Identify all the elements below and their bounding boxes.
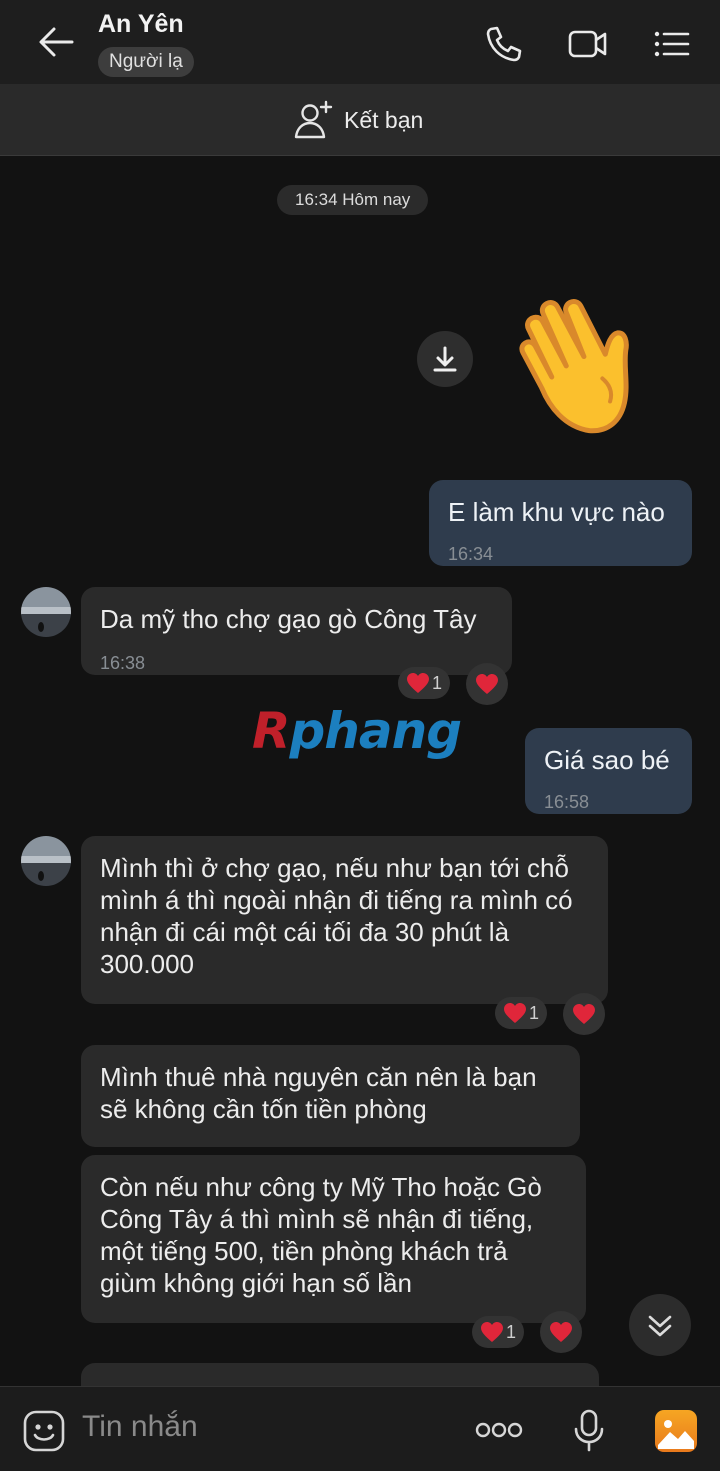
message-list[interactable]: 16:34 Hôm nay E làm khu vực nào 16:34 Da… <box>0 157 720 1386</box>
add-friend-bar: Kết bạn <box>0 84 720 156</box>
download-sticker-button[interactable] <box>417 331 473 387</box>
reaction-count-value: 1 <box>432 672 443 693</box>
menu-list-icon <box>654 31 690 57</box>
reaction-count-value: 1 <box>529 1002 540 1023</box>
message-text: Da mỹ tho chợ gạo gò Công Tây <box>100 604 477 634</box>
heart-icon <box>573 1004 595 1024</box>
incoming-message[interactable]: Mình thì ở chợ gạo, nếu như bạn tới chỗ … <box>81 836 608 1004</box>
heart-icon <box>504 1003 526 1023</box>
heart-icon <box>481 1322 503 1342</box>
add-friend-icon <box>294 100 333 139</box>
download-icon <box>433 346 457 372</box>
avatar-image <box>21 587 71 637</box>
react-heart-button[interactable] <box>563 993 605 1035</box>
phone-icon <box>486 26 522 62</box>
reaction-count[interactable]: 1 <box>472 1316 525 1348</box>
video-call-button[interactable] <box>566 22 610 66</box>
chat-header: An Yên Người lạ <box>0 0 720 84</box>
add-friend-label: Kết bạn <box>344 106 424 133</box>
message-time: 16:34 <box>448 544 494 564</box>
reaction-count-value: 1 <box>506 1321 517 1342</box>
emoji-button[interactable] <box>22 1409 66 1453</box>
avatar[interactable] <box>21 587 71 637</box>
contact-name[interactable]: An Yên <box>98 10 184 39</box>
back-button[interactable] <box>34 22 78 62</box>
video-call-icon <box>568 30 607 58</box>
heart-icon <box>550 1322 572 1342</box>
more-options-button[interactable] <box>474 1415 524 1445</box>
send-image-button[interactable] <box>654 1409 698 1453</box>
avatar-image <box>21 836 71 886</box>
react-heart-button[interactable] <box>466 663 508 705</box>
time-separator: 16:34 Hôm nay <box>277 185 429 215</box>
call-button[interactable] <box>482 22 526 66</box>
scroll-to-bottom-button[interactable] <box>629 1294 691 1356</box>
voice-message-button[interactable] <box>572 1409 606 1453</box>
watermark-logo: Rphang <box>252 702 462 760</box>
outgoing-message[interactable]: Giá sao bé 16:58 <box>525 728 692 814</box>
back-arrow-icon <box>39 27 74 57</box>
reaction-count[interactable]: 1 <box>495 997 548 1029</box>
image-icon <box>655 1410 697 1452</box>
message-time: 16:38 <box>100 653 146 673</box>
incoming-message[interactable]: Mình thuê nhà nguyên căn nên là bạn sẽ k… <box>81 1045 580 1147</box>
message-time: 16:58 <box>544 792 590 812</box>
incoming-message-partial[interactable] <box>81 1363 599 1386</box>
stranger-badge: Người lạ <box>98 47 194 77</box>
waving-hand-icon <box>519 299 629 434</box>
message-text: Còn nếu như công ty Mỹ Tho hoặc Gò Công … <box>100 1172 542 1298</box>
message-composer: Tin nhắn <box>0 1386 720 1471</box>
more-dots-icon <box>475 1422 523 1438</box>
incoming-message[interactable]: Còn nếu như công ty Mỹ Tho hoặc Gò Công … <box>81 1155 586 1323</box>
react-heart-button[interactable] <box>540 1311 582 1353</box>
chevron-down-icon <box>648 1315 672 1337</box>
add-friend-button[interactable]: Kết bạn <box>294 98 423 142</box>
message-text: E làm khu vực nào <box>448 497 665 527</box>
microphone-icon <box>574 1409 604 1452</box>
heart-icon <box>476 674 498 694</box>
message-text: Giá sao bé <box>544 745 670 775</box>
avatar[interactable] <box>21 836 71 886</box>
message-input[interactable]: Tin nhắn <box>82 1410 198 1444</box>
message-text: Mình thuê nhà nguyên căn nên là bạn sẽ k… <box>100 1062 537 1124</box>
message-text: Mình thì ở chợ gạo, nếu như bạn tới chỗ … <box>100 853 573 979</box>
waving-hand-sticker[interactable] <box>500 283 675 443</box>
outgoing-message[interactable]: E làm khu vực nào 16:34 <box>429 480 692 566</box>
incoming-message[interactable]: Da mỹ tho chợ gạo gò Công Tây 16:38 <box>81 587 512 675</box>
emoji-icon <box>23 1410 65 1452</box>
reaction-count[interactable]: 1 <box>398 667 451 699</box>
heart-icon <box>407 673 429 693</box>
chat-options-button[interactable] <box>650 22 694 66</box>
